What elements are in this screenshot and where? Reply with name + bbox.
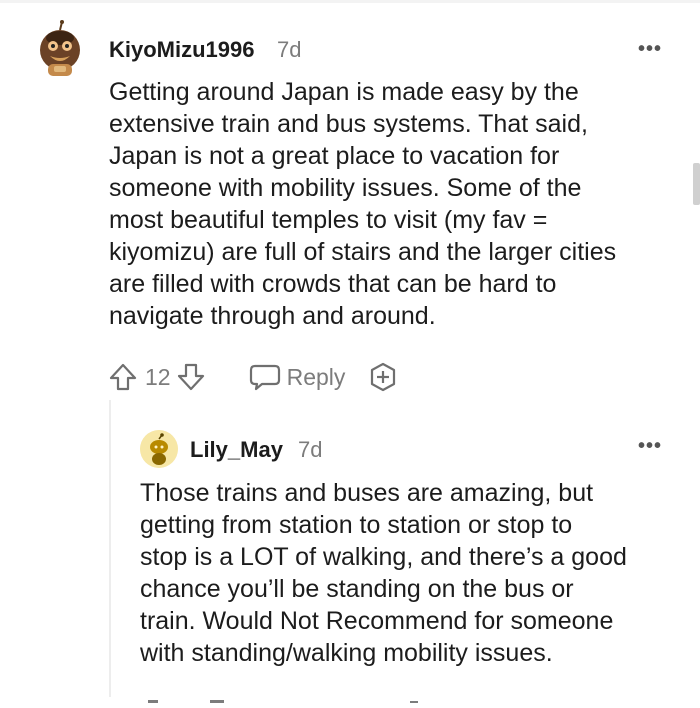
reply-button[interactable]: Reply [249,362,346,392]
upvote-icon[interactable] [109,362,137,392]
reply-body-line: train. Would Not Recommend for someone [140,607,614,635]
reply-body-line: chance you’ll be standing on the bus or [140,575,574,603]
comment-body-line: Japan is not a great place to vacation f… [109,142,560,170]
reply-body: Those trains and buses are amazing, but … [140,477,690,669]
reply-body-line: with standing/walking mobility issues. [140,639,553,667]
comment-body-line: kiyomizu) are full of stairs and the lar… [109,238,617,266]
reply-label: Reply [286,363,346,390]
comment-body-line: are filled with crowds that can be hard … [109,270,557,298]
reply-user-avatar[interactable] [140,430,178,468]
reply-timestamp: 7d [298,437,323,462]
avatar-illustration-icon [40,20,80,76]
top-divider [0,0,700,3]
comment-body-line: navigate through and around. [109,302,436,330]
reply-body-line: getting from station to station or stop … [140,511,573,539]
comment-body: Getting around Japan is made easy by the… [109,76,684,332]
comment-actions: 12 Reply [109,361,399,393]
comment-username[interactable]: KiyoMizu1996 [109,37,255,63]
comment-body-line: most beautiful temples to visit (my fav … [109,206,548,234]
award-icon[interactable] [367,361,399,393]
snoo-avatar-icon [140,430,178,468]
comment-body-line: extensive train and bus systems. That sa… [109,110,588,138]
comment-body-line: someone with mobility issues. Some of th… [109,174,582,202]
vote-count: 12 [145,363,171,390]
user-avatar[interactable] [38,20,82,80]
reply-body-line: stop is a LOT of walking, and there’s a … [140,543,627,571]
downvote-icon[interactable] [177,362,205,392]
reply-actions-cut-off [140,690,440,703]
comment-body-line: Getting around Japan is made easy by the [109,78,579,106]
speech-bubble-icon [249,362,281,392]
reply-username[interactable]: Lily_May [190,437,283,463]
thread-line[interactable] [109,400,111,697]
scrollbar[interactable] [693,163,700,205]
reply-more-icon[interactable]: ••• [638,435,662,458]
comment-timestamp: 7d [277,37,302,62]
reply-body-line: Those trains and buses are amazing, but [140,479,594,507]
comment-more-icon[interactable]: ••• [638,38,662,61]
